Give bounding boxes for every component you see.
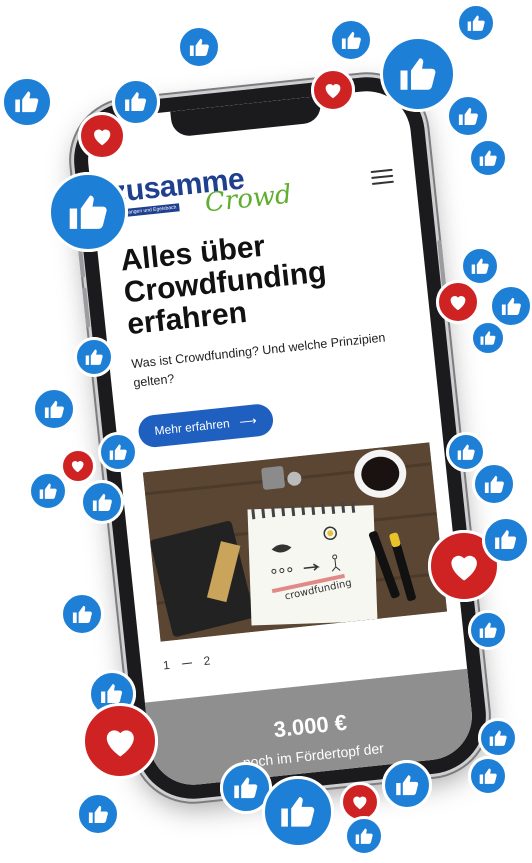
thumbs-up-icon — [482, 516, 530, 564]
thumbs-up-icon — [478, 718, 518, 758]
heart-icon — [436, 280, 480, 324]
thumbs-up-icon — [344, 816, 384, 856]
desk-illustration: crowdfunding — [142, 442, 448, 642]
thumbs-up-icon — [468, 756, 508, 796]
hamburger-menu-icon[interactable] — [370, 168, 394, 185]
thumbs-up-icon — [32, 387, 76, 431]
thumbs-up-icon — [460, 246, 500, 286]
learn-more-button[interactable]: Mehr erfahren ⟶ — [137, 402, 275, 449]
mobile-webpage: zusamme Für Langen und Egelsbach Crowd A… — [84, 87, 477, 790]
heart-icon — [60, 448, 96, 484]
thumbs-up-icon — [74, 337, 114, 377]
thumbs-up-icon — [28, 471, 68, 511]
thumbs-up-icon — [98, 432, 138, 472]
thumbs-up-icon — [1, 76, 53, 128]
thumbs-up-icon — [382, 760, 432, 810]
heart-icon — [78, 112, 126, 160]
volume-button — [82, 287, 91, 328]
pager-divider — [181, 661, 192, 665]
thumbs-up-icon — [60, 592, 104, 636]
thumbs-up-icon — [80, 480, 124, 524]
thumbs-up-icon — [48, 172, 128, 252]
pager-current[interactable]: 1 — [162, 658, 170, 673]
thumbs-up-icon — [468, 138, 508, 178]
thumbs-up-icon — [380, 36, 456, 112]
thumbs-up-icon — [329, 18, 373, 62]
pager-total[interactable]: 2 — [203, 654, 211, 669]
thumbs-up-icon — [177, 25, 221, 69]
site-logo[interactable]: zusamme Für Langen und Egelsbach Crowd — [110, 157, 305, 237]
thumbs-up-icon — [470, 320, 506, 356]
heart-icon — [82, 703, 158, 779]
thumbs-up-icon — [472, 462, 516, 506]
cta-label: Mehr erfahren — [153, 416, 231, 439]
thumbs-up-icon — [446, 94, 490, 138]
thumbs-up-icon — [76, 792, 120, 836]
page-headline: Alles über Crowdfunding erfahren — [119, 219, 388, 342]
slider-pager[interactable]: 1 2 — [162, 654, 211, 673]
thumbs-up-icon — [456, 3, 496, 43]
phone-screen: zusamme Für Langen und Egelsbach Crowd A… — [83, 86, 477, 790]
thumbs-up-icon — [262, 776, 334, 848]
heart-icon — [311, 68, 355, 112]
arrow-right-icon: ⟶ — [238, 413, 258, 430]
hero-image: crowdfunding — [142, 442, 448, 642]
thumbs-up-icon — [468, 610, 508, 650]
